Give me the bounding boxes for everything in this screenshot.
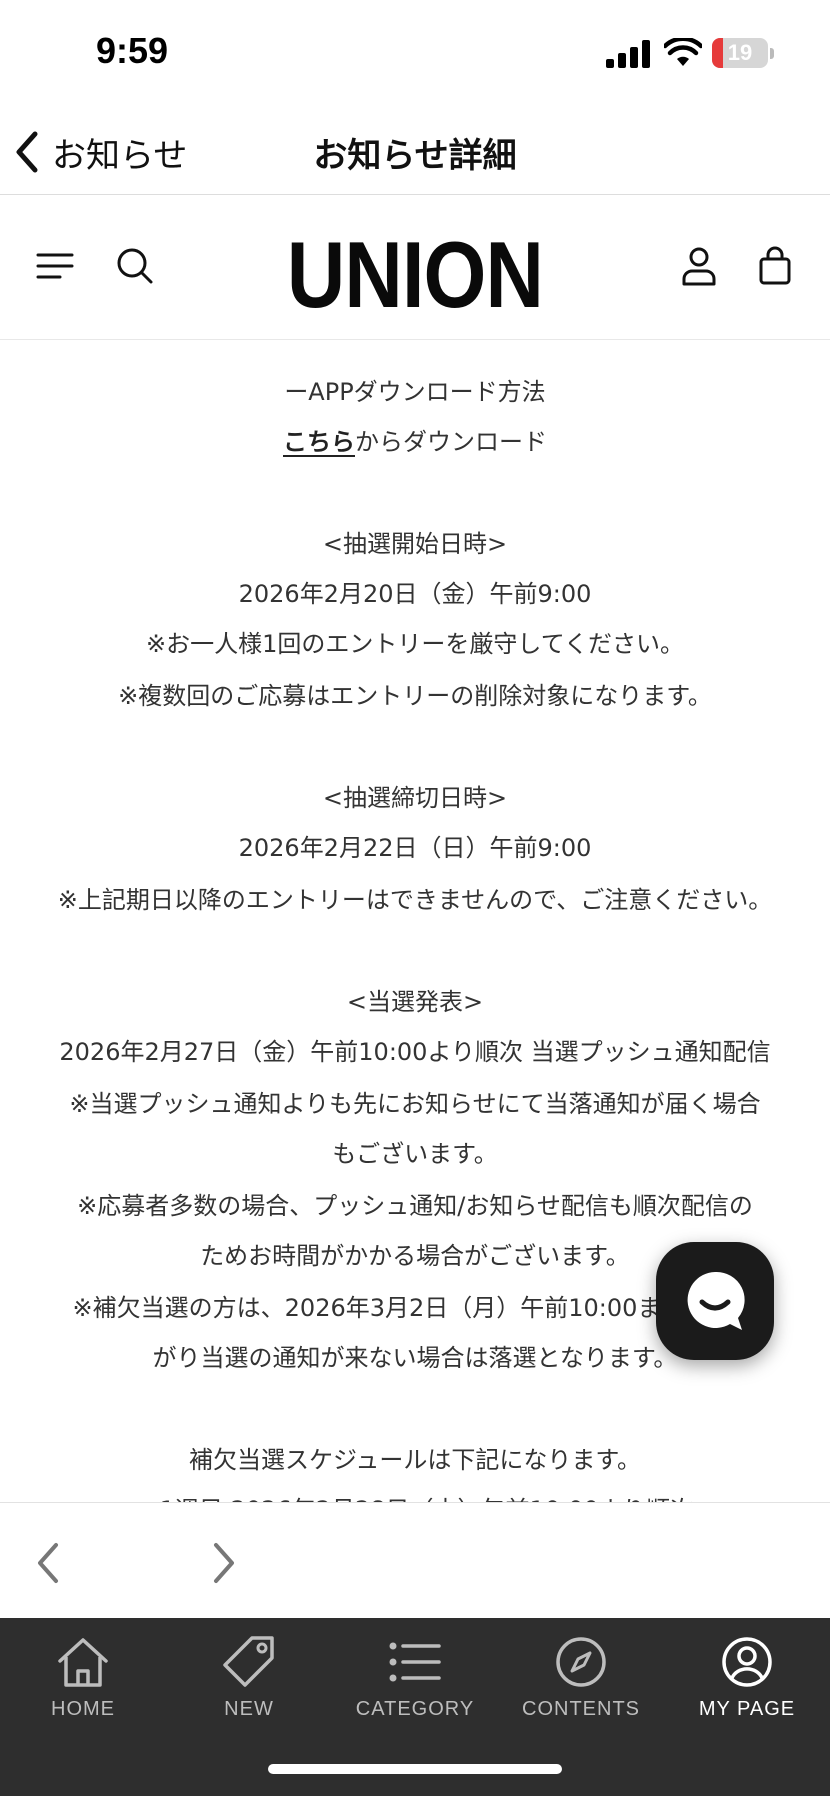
notice-line: ※当選プッシュ通知よりも先にお知らせにて当落通知が届く場合 [69, 1090, 761, 1118]
tab-category[interactable]: CATEGORY [332, 1632, 498, 1742]
notice-line: ※応募者多数の場合、プッシュ通知/お知らせ配信も順次配信の [77, 1192, 753, 1220]
browser-forward-button[interactable] [194, 1533, 254, 1593]
status-bar: 9:59 19 [0, 0, 830, 110]
list-icon [389, 1642, 441, 1682]
tab-home[interactable]: HOME [0, 1632, 166, 1742]
tab-new[interactable]: NEW [166, 1632, 332, 1742]
notice-line: ※複数回のご応募はエントリーの削除対象になります。 [118, 682, 712, 710]
battery-level: 19 [727, 40, 753, 65]
site-header: UNION [0, 195, 830, 340]
notice-line: <当選発表> [346, 988, 484, 1016]
user-icon [682, 247, 716, 286]
notice-line: 2026年2月20日（金）午前9:00 [238, 580, 592, 608]
brand-logo[interactable]: UNION [58, 221, 772, 329]
notice-line: 補欠当選スケジュールは下記になります。 [189, 1446, 641, 1474]
download-line: こちらからダウンロード [0, 422, 830, 457]
chat-button[interactable] [656, 1242, 774, 1360]
tab-label: CATEGORY [355, 1698, 475, 1720]
tab-label: MY PAGE [698, 1698, 796, 1720]
tab-my-page[interactable]: MY PAGE [664, 1632, 830, 1742]
home-icon [58, 1638, 108, 1687]
user-circle-icon [722, 1637, 772, 1687]
notice-line: ・1週目 2026年2月28日（土）午前10:00より順次 [0, 1490, 830, 1502]
download-suffix: からダウンロード [355, 428, 547, 456]
home-indicator [268, 1764, 562, 1774]
shopping-bag-icon [759, 246, 791, 285]
notice-line: <抽選締切日時> [322, 784, 508, 812]
navigation-bar: お知らせ お知らせ詳細 [0, 110, 830, 195]
notice-line: 2026年2月27日（金）午前10:00より順次 当選プッシュ通知配信 [59, 1038, 771, 1066]
account-button[interactable] [672, 239, 726, 293]
notice-line: <抽選開始日時> [322, 530, 508, 558]
page-title: お知らせ詳細 [313, 136, 517, 176]
notice-line: もございます。 [332, 1140, 498, 1168]
notice-line: ※上記期日以降のエントリーはできませんので、ご注意ください。 [57, 886, 773, 914]
cart-button[interactable] [748, 239, 802, 293]
app-download-heading: ーAPPダウンロード方法 [284, 378, 546, 406]
tag-icon [223, 1636, 274, 1687]
tab-label: CONTENTS [522, 1698, 640, 1720]
tab-contents[interactable]: CONTENTS [498, 1632, 664, 1742]
status-time: 9:59 [96, 30, 169, 71]
compass-icon [556, 1637, 606, 1687]
chevron-right-icon [214, 1543, 234, 1583]
bottom-tab-bar: HOME NEW CATEGORY CONTENTS MY PAGE [0, 1618, 830, 1796]
tab-label: HOME [51, 1698, 115, 1720]
chevron-left-icon [38, 1543, 58, 1583]
tab-label: NEW [224, 1698, 274, 1720]
wifi-icon [664, 38, 702, 66]
battery-icon: 19 [712, 38, 774, 70]
browser-back-button[interactable] [18, 1533, 78, 1593]
chat-bubble-icon [687, 1271, 745, 1330]
browser-navigation [0, 1502, 830, 1619]
cellular-signal-icon [606, 40, 650, 68]
download-link[interactable]: こちら [283, 428, 355, 456]
notice-line: ※お一人様1回のエントリーを厳守してください。 [146, 630, 684, 658]
notice-line: 2026年2月22日（日）午前9:00 [238, 834, 592, 862]
